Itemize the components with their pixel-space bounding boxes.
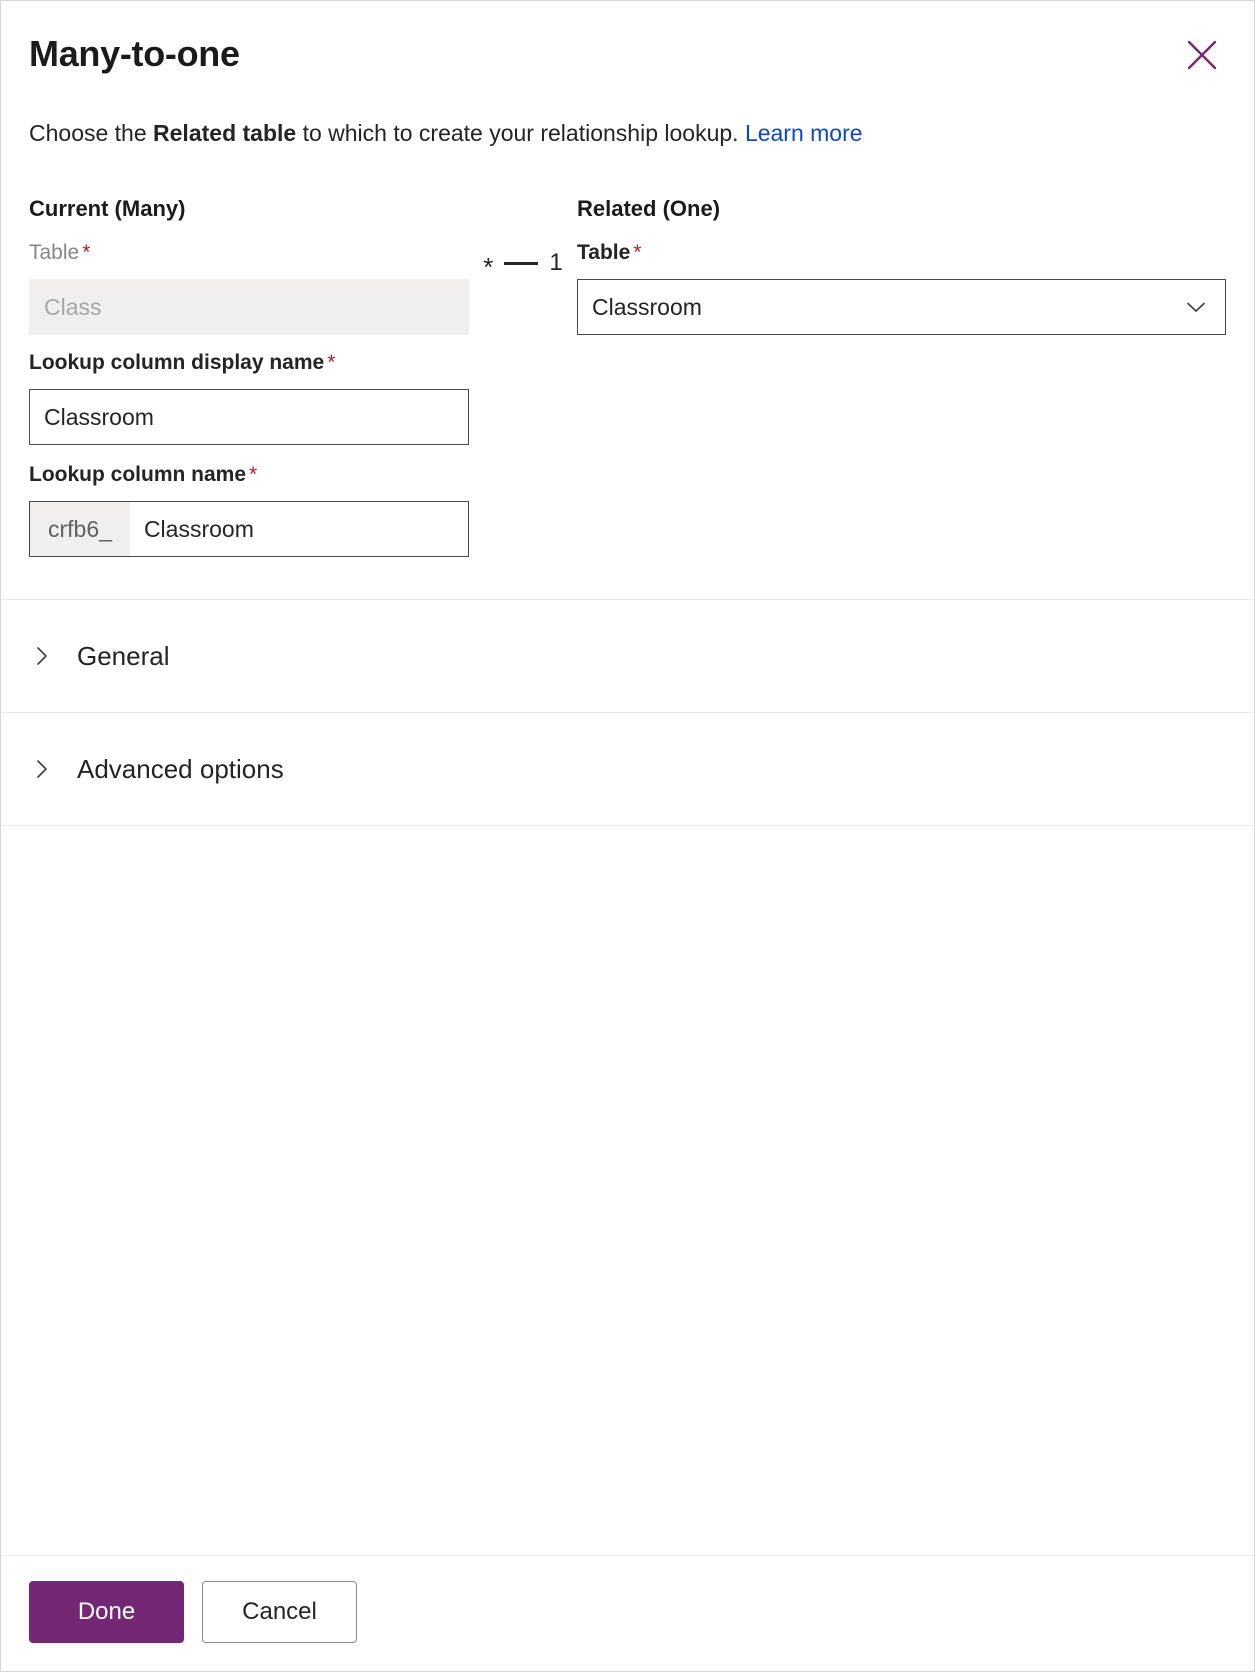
lookup-column-name-prefix: crfb6_ [30, 502, 130, 556]
dialog-header: Many-to-one [1, 1, 1254, 77]
accordion-advanced-options-label: Advanced options [77, 754, 284, 784]
related-one-column: Related (One) Table * Classroom [577, 195, 1226, 335]
related-table-value: Classroom [592, 293, 702, 320]
current-table-input: Class [29, 279, 469, 335]
cancel-button[interactable]: Cancel [202, 1581, 357, 1643]
description-text-before: Choose the [29, 120, 154, 146]
related-table-label-text: Table [577, 241, 631, 264]
related-table-label: Table * [577, 239, 1226, 267]
accordion-general: General [1, 599, 1254, 712]
relationship-connector: * 1 [469, 195, 577, 291]
accordion-general-label: General [77, 641, 170, 671]
current-many-column: Current (Many) Table * Class [29, 195, 469, 335]
dialog-body: Current (Many) Table * Class * 1 Related… [1, 149, 1254, 1555]
current-table-value: Class [44, 293, 102, 320]
current-table-label: Table * [29, 239, 469, 267]
one-symbol: 1 [549, 249, 563, 276]
lookup-column-name-input-group: crfb6_ Classroom [29, 501, 469, 557]
required-asterisk: * [633, 241, 642, 264]
accordion-general-header[interactable]: General [29, 600, 1226, 712]
tables-row: Current (Many) Table * Class * 1 Related… [29, 195, 1226, 335]
related-table-dropdown[interactable]: Classroom [577, 279, 1226, 335]
lookup-display-name-field: Lookup column display name * Classroom [29, 335, 469, 445]
current-table-label-text: Table [29, 241, 80, 264]
learn-more-link[interactable]: Learn more [745, 120, 863, 146]
lookup-display-name-label: Lookup column display name * [29, 349, 469, 377]
lookup-display-name-value: Classroom [44, 403, 154, 430]
current-section-title: Current (Many) [29, 196, 186, 221]
accordion-advanced-options-header[interactable]: Advanced options [29, 713, 1226, 825]
description-text-after: to which to create your relationship loo… [296, 120, 745, 146]
lookup-column-name-input[interactable]: Classroom [130, 502, 468, 556]
many-symbol: * [483, 252, 494, 282]
lookup-column-name-field: Lookup column name * crfb6_ Classroom [29, 445, 469, 557]
chevron-down-icon [1181, 292, 1211, 322]
page-title: Many-to-one [29, 33, 240, 74]
chevron-right-icon [29, 643, 55, 669]
close-icon [1185, 38, 1219, 72]
required-asterisk: * [249, 463, 258, 486]
dialog-footer: Done Cancel [1, 1555, 1254, 1671]
done-button[interactable]: Done [29, 1581, 184, 1643]
dialog-description: Choose the Related table to which to cre… [1, 77, 1254, 149]
lookup-display-name-input[interactable]: Classroom [29, 389, 469, 445]
accordion-group: General Advanced options [1, 599, 1254, 826]
lookup-display-name-label-text: Lookup column display name [29, 351, 325, 374]
required-asterisk: * [82, 241, 91, 264]
close-button[interactable] [1176, 29, 1228, 81]
connector-line [504, 261, 539, 265]
related-section-title: Related (One) [577, 196, 721, 221]
lookup-column-name-label: Lookup column name * [29, 461, 469, 489]
description-text-bold: Related table [153, 120, 297, 146]
required-asterisk: * [327, 351, 336, 374]
many-to-one-dialog: Many-to-one Choose the Related table to … [0, 0, 1255, 1672]
lookup-column-name-value: Classroom [143, 515, 254, 542]
relationship-form: Current (Many) Table * Class * 1 Related… [1, 149, 1254, 557]
lookup-column-name-label-text: Lookup column name [29, 463, 247, 486]
chevron-right-icon [29, 756, 55, 782]
accordion-advanced-options: Advanced options [1, 712, 1254, 826]
